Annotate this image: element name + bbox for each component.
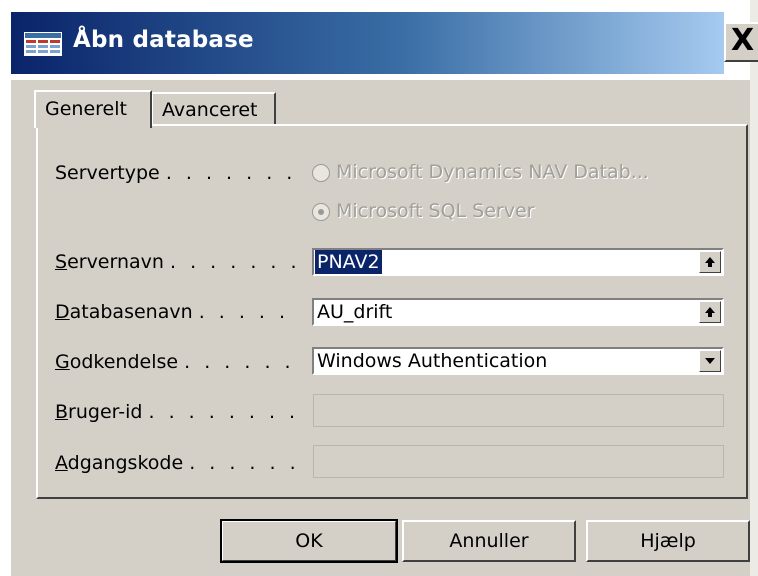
- godkendelse-select[interactable]: Windows Authentication: [312, 347, 724, 375]
- databasenavn-accel: D: [55, 301, 70, 323]
- radio-nav-database[interactable]: [312, 164, 330, 182]
- bruger-id-accel: B: [55, 401, 69, 423]
- godkendelse-dropdown-button[interactable]: [699, 350, 721, 372]
- databasenavn-label: Databasenavn . . . . .: [55, 301, 289, 323]
- servernavn-lookup-button[interactable]: [699, 251, 721, 273]
- bruger-id-dots: . . . . . . . .: [148, 401, 300, 423]
- servertype-label: Servertype . . . . . . .: [55, 162, 296, 184]
- servertype-label-text: Servertype: [55, 162, 160, 184]
- godkendelse-dots: . . . . . .: [184, 351, 295, 373]
- adgangskode-accel: A: [55, 452, 68, 474]
- servertype-dots: . . . . . . .: [165, 162, 297, 184]
- databasenavn-field[interactable]: AU_drift: [312, 298, 724, 326]
- tab-generelt[interactable]: Generelt: [34, 90, 152, 128]
- servernavn-field[interactable]: PNAV2: [312, 248, 724, 276]
- radio-sql-server-label: Microsoft SQL Server: [336, 200, 535, 222]
- database-table-icon: [24, 32, 62, 56]
- databasenavn-value: AU_drift: [317, 301, 393, 323]
- databasenavn-dots: . . . . .: [198, 301, 290, 323]
- chevron-down-icon: [705, 358, 715, 364]
- adgangskode-dots: . . . . . .: [189, 452, 300, 474]
- help-button[interactable]: Hjælp: [586, 520, 750, 562]
- arrow-up-icon: [705, 257, 715, 267]
- servernavn-label-rest: ervernavn: [67, 251, 164, 273]
- godkendelse-label: Godkendelse . . . . . .: [55, 351, 295, 373]
- godkendelse-value: Windows Authentication: [317, 350, 548, 372]
- bruger-id-label-rest: ruger-id: [68, 401, 143, 423]
- servernavn-dots: . . . . . . .: [170, 251, 301, 273]
- radio-sql-server[interactable]: [312, 203, 330, 221]
- cancel-button[interactable]: Annuller: [402, 520, 576, 562]
- databasenavn-label-rest: atabasenavn: [69, 301, 193, 323]
- godkendelse-accel: G: [55, 351, 70, 373]
- adgangskode-label: Adgangskode . . . . . .: [55, 452, 300, 474]
- open-database-dialog: Åbn database X Generelt Avanceret Server…: [0, 0, 758, 576]
- servernavn-accel: S: [55, 251, 68, 273]
- servernavn-value: PNAV2: [315, 250, 382, 274]
- right-border: [750, 0, 758, 576]
- arrow-up-icon: [705, 307, 715, 317]
- ok-button[interactable]: OK: [220, 519, 398, 563]
- bruger-id-label: Bruger-id . . . . . . . .: [55, 401, 299, 423]
- window-title: Åbn database: [73, 27, 254, 53]
- radio-nav-database-label: Microsoft Dynamics NAV Datab...: [336, 161, 649, 183]
- databasenavn-lookup-button[interactable]: [699, 301, 721, 323]
- adgangskode-field[interactable]: [313, 445, 724, 478]
- bruger-id-field[interactable]: [313, 394, 724, 427]
- godkendelse-label-rest: odkendelse: [69, 351, 179, 373]
- close-button[interactable]: X: [724, 22, 758, 62]
- servernavn-label: Servernavn . . . . . . .: [55, 251, 301, 273]
- close-icon: X: [731, 23, 755, 58]
- tab-avanceret[interactable]: Avanceret: [152, 92, 276, 125]
- adgangskode-label-rest: dgangskode: [67, 452, 184, 474]
- left-border: [0, 12, 11, 576]
